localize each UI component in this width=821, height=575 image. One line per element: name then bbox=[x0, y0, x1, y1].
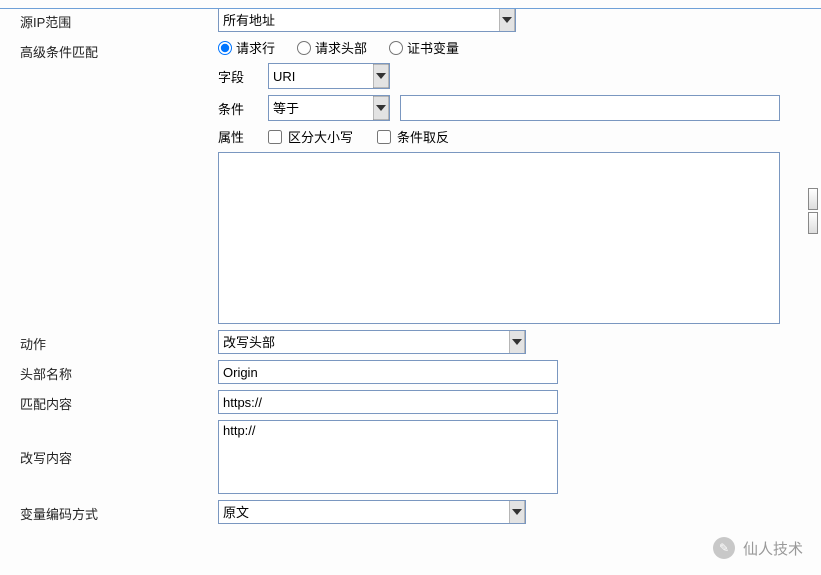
radio-cert-var[interactable]: 证书变量 bbox=[389, 38, 459, 57]
side-button-2[interactable] bbox=[808, 212, 818, 234]
label-field: 字段 bbox=[218, 67, 258, 86]
checkbox-case-sensitive[interactable]: 区分大小写 bbox=[268, 127, 353, 146]
checkbox-negate-label: 条件取反 bbox=[397, 127, 449, 146]
label-encoding: 变量编码方式 bbox=[0, 500, 218, 523]
label-header-name: 头部名称 bbox=[0, 360, 218, 383]
checkbox-case-sensitive-label: 区分大小写 bbox=[288, 127, 353, 146]
radio-req-header[interactable]: 请求头部 bbox=[297, 38, 367, 57]
select-encoding[interactable]: 原文 bbox=[218, 500, 526, 524]
watermark: ✎ 仙人技术 bbox=[713, 537, 803, 559]
select-field[interactable]: URI bbox=[268, 63, 390, 89]
radio-req-line-label: 请求行 bbox=[236, 38, 275, 57]
radio-req-header-input[interactable] bbox=[297, 41, 311, 55]
radio-req-line-input[interactable] bbox=[218, 41, 232, 55]
textarea-rewrite-content[interactable] bbox=[218, 420, 558, 494]
side-button-group bbox=[808, 188, 818, 234]
label-rewrite-content: 改写内容 bbox=[0, 420, 218, 467]
radio-group-match-type: 请求行 请求头部 证书变量 bbox=[218, 38, 803, 57]
checkbox-case-sensitive-input[interactable] bbox=[268, 130, 282, 144]
radio-req-line[interactable]: 请求行 bbox=[218, 38, 275, 57]
input-match-content[interactable] bbox=[218, 390, 558, 414]
textarea-conditions-list[interactable] bbox=[218, 152, 780, 324]
input-header-name[interactable] bbox=[218, 360, 558, 384]
radio-req-header-label: 请求头部 bbox=[315, 38, 367, 57]
label-match-content: 匹配内容 bbox=[0, 390, 218, 413]
input-condition-value[interactable] bbox=[400, 95, 780, 121]
label-action: 动作 bbox=[0, 330, 218, 353]
watermark-icon: ✎ bbox=[713, 537, 735, 559]
select-condition[interactable]: 等于 bbox=[268, 95, 390, 121]
checkbox-negate[interactable]: 条件取反 bbox=[377, 127, 449, 146]
select-action[interactable]: 改写头部 bbox=[218, 330, 526, 354]
checkbox-negate-input[interactable] bbox=[377, 130, 391, 144]
radio-cert-var-input[interactable] bbox=[389, 41, 403, 55]
watermark-text: 仙人技术 bbox=[743, 538, 803, 559]
label-condition: 条件 bbox=[218, 99, 258, 118]
select-ip-range[interactable]: 所有地址 bbox=[218, 8, 516, 32]
radio-cert-var-label: 证书变量 bbox=[407, 38, 459, 57]
label-adv-match: 高级条件匹配 bbox=[0, 38, 218, 61]
label-ip-range: 源IP范围 bbox=[0, 8, 218, 31]
side-button-1[interactable] bbox=[808, 188, 818, 210]
label-attr: 属性 bbox=[218, 127, 258, 146]
